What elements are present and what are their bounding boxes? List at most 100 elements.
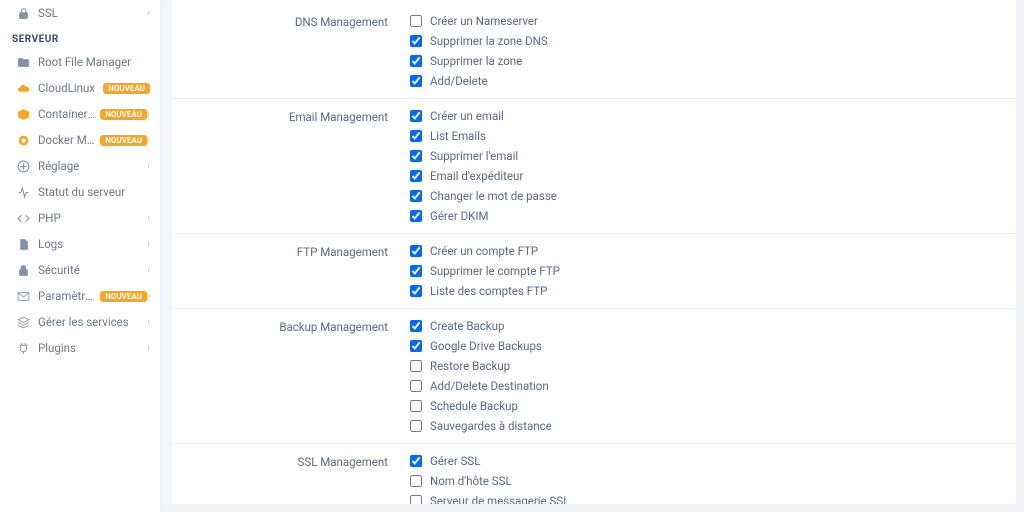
sidebar-item-cloudlinux[interactable]: CloudLinux NOUVEAU [0, 75, 160, 101]
checkbox[interactable] [410, 245, 422, 257]
checkbox[interactable] [410, 170, 422, 182]
option-row[interactable]: Sauvegardes à distance [410, 419, 1016, 433]
option-label: Créer un email [430, 109, 504, 123]
option-label: Supprimer la zone [430, 54, 522, 68]
sidebar-item-statut-serveur[interactable]: Statut du serveur [0, 179, 160, 205]
checkbox[interactable] [410, 420, 422, 432]
plug-icon [16, 342, 30, 355]
section-title: SSL Management [172, 454, 410, 504]
sidebar-item-docker-manager[interactable]: Docker Manager NOUVEAU › [0, 127, 160, 153]
option-label: Google Drive Backups [430, 339, 542, 353]
sidebar-item-label: Root File Manager [38, 55, 150, 69]
section-title: Email Management [172, 109, 410, 223]
option-row[interactable]: Supprimer l'email [410, 149, 1016, 163]
badge-nouveau: NOUVEAU [100, 109, 147, 120]
layers-icon [16, 316, 30, 329]
checkbox[interactable] [410, 400, 422, 412]
sidebar-item-parametres-messagerie[interactable]: Paramètres de messagerie NOUVEAU › [0, 283, 160, 309]
chevron-right-icon: › [147, 109, 150, 120]
option-row[interactable]: Add/Delete Destination [410, 379, 1016, 393]
sidebar-item-reglage[interactable]: Réglage › [0, 153, 160, 179]
checkbox[interactable] [410, 475, 422, 487]
sidebar-item-label: Plugins [38, 341, 147, 355]
sidebar-item-plugins[interactable]: Plugins › [0, 335, 160, 361]
option-row[interactable]: Supprimer la zone [410, 54, 1016, 68]
option-row[interactable]: Nom d'hôte SSL [410, 474, 1016, 488]
option-label: Restore Backup [430, 359, 510, 373]
badge-nouveau: NOUVEAU [100, 135, 147, 146]
sidebar-item-root-file-manager[interactable]: Root File Manager [0, 49, 160, 75]
option-label: Nom d'hôte SSL [430, 474, 512, 488]
option-row[interactable]: Créer un email [410, 109, 1016, 123]
option-label: Gérer DKIM [430, 209, 489, 223]
folder-icon [16, 56, 30, 69]
sidebar-item-label: Statut du serveur [38, 185, 150, 199]
option-row[interactable]: Créer un Nameserver [410, 14, 1016, 28]
option-row[interactable]: Google Drive Backups [410, 339, 1016, 353]
sidebar-item-php[interactable]: PHP › [0, 205, 160, 231]
option-label: Add/Delete [430, 74, 488, 88]
option-row[interactable]: Supprimer la zone DNS [410, 34, 1016, 48]
checkbox[interactable] [410, 15, 422, 27]
checkbox[interactable] [410, 130, 422, 142]
sidebar-item-gerer-services[interactable]: Gérer les services › [0, 309, 160, 335]
section-options: Créer un email List Emails Supprimer l'e… [410, 109, 1016, 223]
section-options: Créer un compte FTP Supprimer le compte … [410, 244, 1016, 298]
lock-icon [16, 7, 30, 20]
checkbox[interactable] [410, 340, 422, 352]
option-label: Gérer SSL [430, 454, 480, 468]
checkbox[interactable] [410, 210, 422, 222]
checkbox[interactable] [410, 380, 422, 392]
option-label: Supprimer l'email [430, 149, 518, 163]
sidebar-item-logs[interactable]: Logs › [0, 231, 160, 257]
option-label: Liste des comptes FTP [430, 284, 547, 298]
chevron-right-icon: › [147, 343, 150, 354]
checkbox[interactable] [410, 75, 422, 87]
sidebar-item-label: Containerization [38, 107, 96, 121]
checkbox[interactable] [410, 360, 422, 372]
checkbox[interactable] [410, 285, 422, 297]
section-email-management: Email Management Créer un email List Ema… [172, 99, 1016, 234]
option-row[interactable]: Changer le mot de passe [410, 189, 1016, 203]
option-row[interactable]: Restore Backup [410, 359, 1016, 373]
checkbox[interactable] [410, 55, 422, 67]
option-row[interactable]: Supprimer le compte FTP [410, 264, 1016, 278]
chevron-right-icon: › [147, 317, 150, 328]
option-row[interactable]: Email d'expéditeur [410, 169, 1016, 183]
checkbox[interactable] [410, 320, 422, 332]
file-icon [16, 238, 30, 251]
option-row[interactable]: Add/Delete [410, 74, 1016, 88]
section-dns-management: DNS Management Créer un Nameserver Suppr… [172, 0, 1016, 99]
option-row[interactable]: Serveur de messagerie SSL [410, 494, 1016, 504]
option-row[interactable]: List Emails [410, 129, 1016, 143]
checkbox[interactable] [410, 265, 422, 277]
sidebar-item-label: PHP [38, 211, 147, 225]
checkbox[interactable] [410, 190, 422, 202]
option-row[interactable]: Gérer SSL [410, 454, 1016, 468]
chevron-right-icon: › [147, 135, 150, 146]
checkbox[interactable] [410, 35, 422, 47]
checkbox[interactable] [410, 455, 422, 467]
sidebar-item-securite[interactable]: Sécurité › [0, 257, 160, 283]
sidebar-item-ssl[interactable]: SSL › [0, 0, 160, 26]
option-row[interactable]: Créer un compte FTP [410, 244, 1016, 258]
activity-icon [16, 186, 30, 199]
sidebar-item-containerization[interactable]: Containerization NOUVEAU › [0, 101, 160, 127]
section-options: Create Backup Google Drive Backups Resto… [410, 319, 1016, 433]
lock-icon [16, 264, 30, 277]
option-label: Supprimer le compte FTP [430, 264, 560, 278]
box-icon [16, 108, 30, 121]
checkbox[interactable] [410, 150, 422, 162]
option-label: Supprimer la zone DNS [430, 34, 548, 48]
checkbox[interactable] [410, 495, 422, 504]
option-row[interactable]: Liste des comptes FTP [410, 284, 1016, 298]
option-row[interactable]: Create Backup [410, 319, 1016, 333]
option-row[interactable]: Gérer DKIM [410, 209, 1016, 223]
chevron-right-icon: › [147, 291, 150, 302]
section-options: Gérer SSL Nom d'hôte SSL Serveur de mess… [410, 454, 1016, 504]
section-title: Backup Management [172, 319, 410, 433]
checkbox[interactable] [410, 110, 422, 122]
option-row[interactable]: Schedule Backup [410, 399, 1016, 413]
chevron-right-icon: › [147, 8, 150, 19]
option-label: Sauvegardes à distance [430, 419, 552, 433]
